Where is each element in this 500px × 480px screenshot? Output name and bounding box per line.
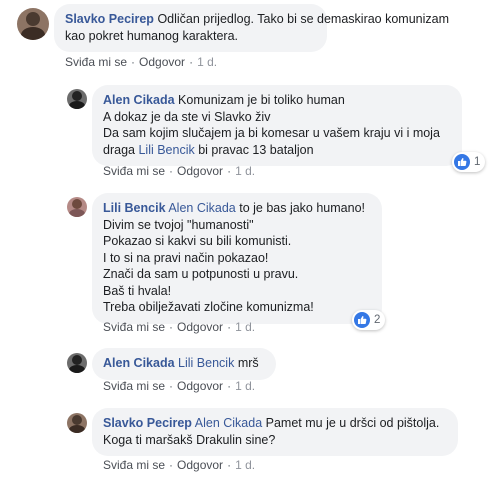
mention-link[interactable]: Lili Bencik <box>138 143 194 157</box>
comment-text: Pokazao si kakvi su bili komunisti. <box>103 234 292 248</box>
comment-text: bi pravac 13 bataljon <box>198 142 314 157</box>
like-icon <box>454 154 470 170</box>
like-icon <box>354 312 370 328</box>
comment-text: Baš ti hvala! <box>103 283 172 298</box>
reply-button[interactable]: Odgovor <box>139 55 185 69</box>
reaction-number: 2 <box>374 314 381 326</box>
comment-author[interactable]: Slavko Pecirep <box>103 416 192 430</box>
comment-actions: Sviđa mi se · Odgovor · 1 d. <box>65 55 218 69</box>
reaction-number: 1 <box>474 156 481 168</box>
comment-text: Da sam kojim slučajem ja bi komesar u va… <box>103 126 440 140</box>
comment-text: Komunizam je bi toliko human <box>178 93 345 107</box>
comment-text: Pamet mu je u dršci od pištolja. <box>265 416 440 430</box>
like-button[interactable]: Sviđa mi se <box>65 55 127 69</box>
mention-link[interactable]: Alen Cikada <box>168 201 235 215</box>
comment-text: mrš <box>237 356 259 370</box>
comment-text: draga <box>103 142 135 157</box>
avatar[interactable] <box>17 8 49 40</box>
mention-link[interactable]: Lili Bencik <box>178 356 234 370</box>
reply-alen-1: Alen Cikada Komunizam je bi toliko human… <box>0 80 500 185</box>
comment-text: to je bas jako humano! <box>239 201 365 215</box>
comment-text: Koga ti maršakš Drakulin sine? <box>103 432 276 447</box>
comment-text: A dokaz je da ste vi Slavko živ <box>103 109 271 124</box>
avatar[interactable] <box>67 89 87 109</box>
comment-bubble: Alen Cikada Lili Bencik mrš <box>92 348 276 380</box>
timestamp[interactable]: 1 d. <box>235 458 255 472</box>
comment-text: Divim se tvojoj "humanosti" <box>103 217 254 232</box>
like-button[interactable]: Sviđa mi se <box>103 458 165 472</box>
comment-author[interactable]: Lili Bencik <box>103 201 166 215</box>
avatar[interactable] <box>67 197 87 217</box>
comment-actions: Sviđa mi se · Odgovor · 1 d. <box>103 164 256 178</box>
comment-actions: Sviđa mi se · Odgovor · 1 d. <box>103 379 256 393</box>
comment-bubble: Slavko Pecirep Alen Cikada Pamet mu je u… <box>92 408 458 456</box>
reply-button[interactable]: Odgovor <box>177 379 223 393</box>
timestamp[interactable]: 1 d. <box>197 55 217 69</box>
timestamp[interactable]: 1 d. <box>235 320 255 334</box>
mention-link[interactable]: Alen Cikada <box>195 416 262 430</box>
reply-alen-2: Alen Cikada Lili Bencik mrš Sviđa mi se ·… <box>0 345 500 400</box>
timestamp[interactable]: 1 d. <box>235 379 255 393</box>
comment-author[interactable]: Slavko Pecirep <box>65 12 154 26</box>
like-button[interactable]: Sviđa mi se <box>103 164 165 178</box>
comment-bubble: Slavko Pecirep Odličan prijedlog. Tako b… <box>54 4 449 52</box>
reply-button[interactable]: Odgovor <box>177 458 223 472</box>
timestamp[interactable]: 1 d. <box>235 164 255 178</box>
reply-slavko-1: Slavko Pecirep Alen Cikada Pamet mu je u… <box>0 405 500 480</box>
comment-actions: Sviđa mi se · Odgovor · 1 d. <box>103 458 256 472</box>
comment-bubble: Alen Cikada Komunizam je bi toliko human… <box>92 85 462 166</box>
reply-lili-1: Lili Bencik Alen Cikada to je bas jako h… <box>0 190 500 340</box>
comment-actions: Sviđa mi se · Odgovor · 1 d. <box>103 320 256 334</box>
reply-button[interactable]: Odgovor <box>177 164 223 178</box>
comment-text: Znači da sam u potpunosti u pravu. <box>103 267 299 281</box>
reaction-count[interactable]: 1 <box>452 152 486 172</box>
comment-text: I to si na pravi način pokazao! <box>103 250 269 265</box>
comment-text: kao pokret humanog karaktera. <box>65 28 239 43</box>
comment-author[interactable]: Alen Cikada <box>103 356 175 370</box>
comment-text: Odličan prijedlog. Tako bi se demaskirao… <box>157 12 450 26</box>
reply-button[interactable]: Odgovor <box>177 320 223 334</box>
avatar[interactable] <box>67 413 87 433</box>
reaction-count[interactable]: 2 <box>352 310 386 330</box>
avatar[interactable] <box>67 353 87 373</box>
comment-author[interactable]: Alen Cikada <box>103 93 175 107</box>
comment-slavko-1: Slavko Pecirep Odličan prijedlog. Tako b… <box>0 0 500 75</box>
comment-text: Treba obilježavati zločine komunizma! <box>103 300 314 314</box>
like-button[interactable]: Sviđa mi se <box>103 379 165 393</box>
comment-bubble: Lili Bencik Alen Cikada to je bas jako h… <box>92 193 382 324</box>
like-button[interactable]: Sviđa mi se <box>103 320 165 334</box>
